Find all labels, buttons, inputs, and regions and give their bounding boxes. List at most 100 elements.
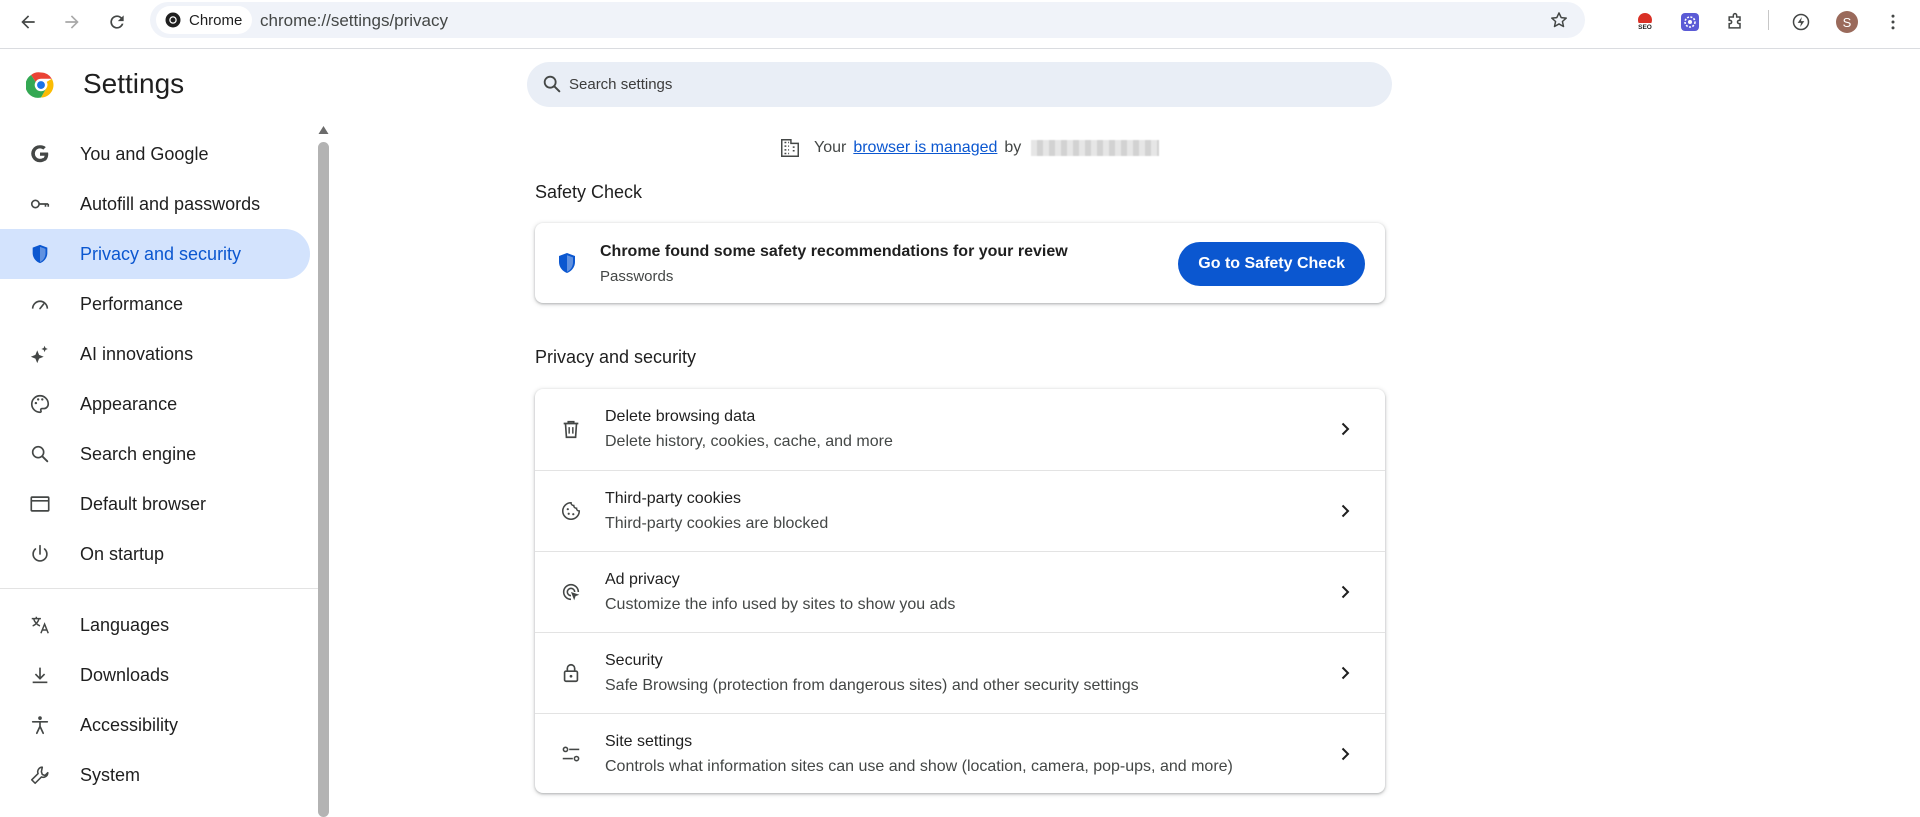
search-icon (543, 75, 561, 93)
settings-search[interactable] (527, 62, 1392, 107)
palette-icon (28, 392, 52, 416)
scrollbar-thumb[interactable] (318, 142, 329, 817)
browser-managed-link[interactable]: browser is managed (853, 139, 997, 157)
reload-icon (110, 15, 124, 29)
reload-button[interactable] (101, 6, 133, 38)
row-subtitle: Safe Browsing (protection from dangerous… (605, 677, 1139, 694)
row-subtitle: Controls what information sites can use … (605, 758, 1233, 775)
speedometer-icon (28, 292, 52, 316)
sidebar-divider (0, 588, 318, 589)
avatar: S (1836, 11, 1858, 33)
row-title: Third-party cookies (605, 490, 742, 507)
safety-check-card: Chrome found some safety recommendations… (535, 223, 1385, 303)
back-arrow-icon (21, 15, 35, 29)
power-icon (28, 542, 52, 566)
chevron-right-icon (1335, 419, 1355, 439)
sidebar-item-label: Default browser (80, 494, 207, 514)
privacy-security-heading: Privacy and security (535, 347, 697, 367)
sidebar-item-label: Search engine (80, 444, 197, 464)
profile-button[interactable]: S (1832, 7, 1862, 37)
chevron-right-icon (1335, 582, 1355, 602)
sidebar-item-languages[interactable]: Languages (0, 600, 310, 650)
safety-check-title: Chrome found some safety recommendations… (600, 243, 1068, 260)
seo-extension-button[interactable]: SEO (1630, 7, 1660, 37)
page-title: Settings (83, 68, 185, 99)
sidebar-item-system[interactable]: System (0, 750, 310, 800)
managed-prefix: Your (814, 139, 847, 156)
safety-check-subtitle: Passwords (600, 268, 674, 285)
safety-check-heading: Safety Check (535, 182, 643, 202)
sidebar-item-appearance[interactable]: Appearance (0, 379, 310, 429)
performance-button[interactable] (1786, 7, 1816, 37)
site-chip-label: Chrome (189, 11, 243, 29)
sidebar-item-on-startup[interactable]: On startup (0, 529, 310, 579)
translate-icon (28, 613, 52, 637)
more-vert-icon (1891, 14, 1895, 30)
menu-button[interactable] (1878, 7, 1908, 37)
go-to-safety-check-button[interactable]: Go to Safety Check (1178, 242, 1365, 286)
chrome-logo-icon (165, 12, 181, 28)
sidebar-item-search-engine[interactable]: Search engine (0, 429, 310, 479)
sidebar-item-autofill[interactable]: Autofill and passwords (0, 179, 310, 229)
lightning-icon (1792, 13, 1810, 31)
row-subtitle: Customize the info used by sites to show… (605, 596, 956, 613)
sidebar-item-accessibility[interactable]: Accessibility (0, 700, 310, 750)
download-icon (28, 663, 52, 687)
star-icon (1551, 12, 1567, 28)
google-g-icon (28, 142, 52, 166)
row-title: Site settings (605, 733, 693, 750)
forward-button[interactable] (56, 6, 88, 38)
sparkle-icon (28, 342, 52, 366)
url-text[interactable]: chrome://settings/privacy (260, 11, 448, 31)
extensions-button[interactable] (1720, 7, 1750, 37)
sidebar-item-performance[interactable]: Performance (0, 279, 310, 329)
row-subtitle: Delete history, cookies, cache, and more (605, 433, 893, 450)
wrench-icon (28, 763, 52, 787)
accessibility-icon (28, 713, 52, 737)
search-input[interactable] (569, 62, 1369, 107)
privacy-row-delete-browsing-data[interactable]: Delete browsing data Delete history, coo… (535, 389, 1385, 470)
address-bar[interactable]: Chrome chrome://settings/privacy (150, 2, 1585, 38)
back-button[interactable] (12, 6, 44, 38)
sidebar-item-label: Autofill and passwords (80, 194, 261, 214)
sidebar-item-default-browser[interactable]: Default browser (0, 479, 310, 529)
svg-text:SEO: SEO (1638, 24, 1652, 31)
managed-notice: Your browser is managed by (779, 136, 1160, 160)
managed-suffix: by (1004, 139, 1022, 156)
browser-window-icon (28, 492, 52, 516)
building-icon (781, 139, 799, 157)
privacy-row-site-settings[interactable]: Site settings Controls what information … (535, 713, 1385, 794)
sidebar-item-you-and-google[interactable]: You and Google (0, 129, 310, 179)
bookmark-button[interactable] (1543, 4, 1575, 36)
key-icon (28, 192, 52, 216)
sidebar-scrollbar[interactable] (318, 124, 329, 817)
privacy-row-security[interactable]: Security Safe Browsing (protection from … (535, 632, 1385, 713)
trash-icon (559, 417, 583, 441)
flower-extension-icon (1681, 13, 1699, 31)
sidebar-item-label: You and Google (80, 144, 209, 164)
privacy-row-ad-privacy[interactable]: Ad privacy Customize the info used by si… (535, 551, 1385, 632)
chevron-right-icon (1335, 663, 1355, 683)
flower-extension-button[interactable] (1675, 7, 1705, 37)
ad-privacy-icon (559, 580, 583, 604)
row-title: Ad privacy (605, 571, 680, 588)
cookie-icon (559, 499, 583, 523)
chrome-logo-icon (26, 72, 54, 98)
puzzle-icon (1728, 12, 1741, 29)
row-title: Security (605, 652, 663, 669)
sidebar-item-ai-innovations[interactable]: AI innovations (0, 329, 310, 379)
forward-arrow-icon (65, 15, 79, 29)
sidebar-item-downloads[interactable]: Downloads (0, 650, 310, 700)
shield-check-icon (559, 253, 575, 273)
lock-icon (559, 661, 583, 685)
toolbar-separator (1768, 10, 1769, 30)
seo-extension-icon: SEO (1638, 13, 1652, 31)
chevron-right-icon (1335, 744, 1355, 764)
chevron-right-icon (1335, 501, 1355, 521)
sidebar-item-label: Privacy and security (80, 244, 242, 264)
scroll-up-arrow[interactable] (318, 124, 329, 136)
site-info-chip[interactable]: Chrome (156, 6, 253, 34)
shield-icon (28, 242, 52, 266)
sidebar-item-privacy[interactable]: Privacy and security (0, 229, 310, 279)
privacy-row-third-party-cookies[interactable]: Third-party cookies Third-party cookies … (535, 470, 1385, 551)
